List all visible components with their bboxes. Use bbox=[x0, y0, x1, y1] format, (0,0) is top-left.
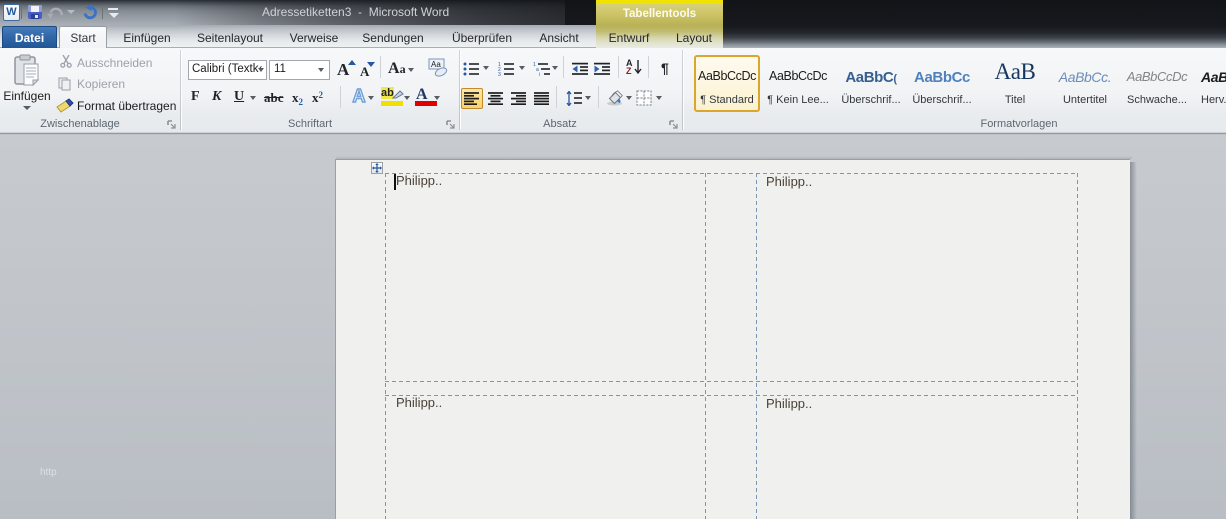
svg-text:A: A bbox=[353, 86, 366, 105]
svg-text:3: 3 bbox=[498, 72, 501, 76]
svg-text:i: i bbox=[539, 72, 540, 76]
svg-text:Aa: Aa bbox=[431, 60, 441, 69]
